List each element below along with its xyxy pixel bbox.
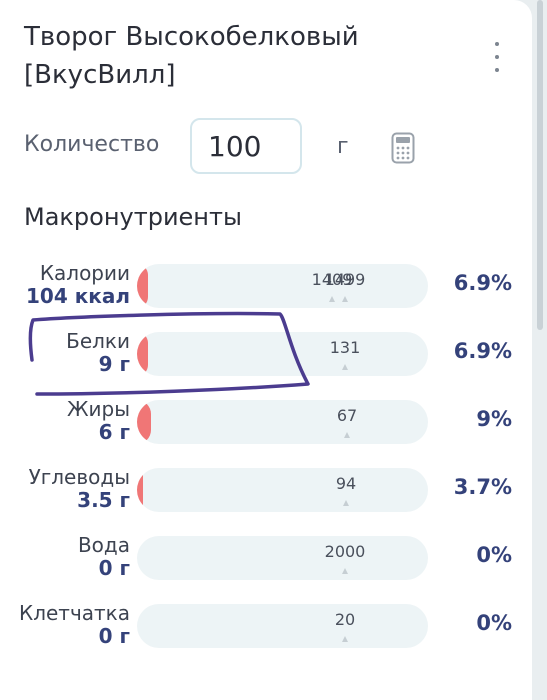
macro-amount: 9 г — [98, 352, 130, 376]
macro-progress-fill — [137, 468, 143, 512]
macro-progress-fill — [137, 400, 151, 444]
macro-norm-tick — [329, 296, 335, 302]
macro-norm-label: 1499 — [324, 270, 366, 289]
macro-norm-label: 131 — [329, 338, 361, 357]
macro-progress-fill — [137, 264, 148, 308]
macro-percent: 6.9% — [453, 339, 512, 363]
macro-norm-tick — [342, 636, 348, 642]
macro-amount: 0 г — [98, 556, 130, 580]
macro-row: Вода 0 г 2000 0% — [0, 534, 532, 584]
macro-row: Клетчатка 0 г 20 0% — [0, 602, 532, 652]
product-title: Творог Высокобелковый [ВкусВилл] — [24, 22, 359, 90]
macro-percent: 0% — [476, 543, 512, 567]
macro-percent: 0% — [476, 611, 512, 635]
macro-name: Углеводы — [28, 465, 130, 489]
macro-progress-track: 94 — [137, 468, 428, 512]
quantity-label: Количество — [24, 132, 160, 157]
macro-name: Вода — [77, 533, 130, 557]
macro-norm-label: 2000 — [324, 542, 366, 561]
macros-title: Макронутриенты — [24, 203, 242, 231]
macro-norm-label: 67 — [336, 406, 358, 425]
macro-row: Жиры 6 г 67 9% — [0, 398, 532, 448]
macro-norm-label: 20 — [334, 610, 356, 629]
macro-amount: 6 г — [98, 420, 130, 444]
quantity-unit: г — [337, 134, 349, 159]
quantity-input[interactable] — [190, 118, 302, 174]
macro-percent: 6.9% — [453, 271, 512, 295]
macro-norm-tick — [342, 568, 348, 574]
macro-norm-tick — [342, 364, 348, 370]
calculator-icon[interactable] — [391, 132, 415, 164]
macro-name: Белки — [66, 329, 130, 353]
macro-progress-track: 131 — [137, 332, 428, 376]
macro-progress-track: 20 — [137, 604, 428, 648]
macro-row: Белки 9 г 131 6.9% — [0, 330, 532, 380]
product-card: Творог Высокобелковый [ВкусВилл] Количес… — [0, 0, 532, 700]
macro-progress-track: 1409 1499 — [137, 264, 428, 308]
macro-norm-label: 94 — [335, 474, 357, 493]
macro-percent: 9% — [476, 407, 512, 431]
macro-norm-tick — [342, 296, 348, 302]
macro-name: Клетчатка — [19, 601, 130, 625]
macro-progress-fill — [137, 332, 148, 376]
macro-row: Углеводы 3.5 г 94 3.7% — [0, 466, 532, 516]
macro-norm-tick — [344, 432, 350, 438]
macro-norm-tick — [343, 500, 349, 506]
macro-amount: 104 ккал — [25, 284, 130, 308]
macro-amount: 0 г — [98, 624, 130, 648]
scrollbar[interactable] — [537, 0, 543, 330]
macro-name: Калории — [39, 261, 130, 285]
more-vertical-icon[interactable] — [487, 42, 507, 72]
macro-progress-track: 2000 — [137, 536, 428, 580]
macro-name: Жиры — [66, 397, 130, 421]
macro-progress-track: 67 — [137, 400, 428, 444]
macro-percent: 3.7% — [453, 475, 512, 499]
macro-amount: 3.5 г — [77, 488, 130, 512]
macro-row: Калории 104 ккал 1409 1499 6.9% — [0, 262, 532, 312]
